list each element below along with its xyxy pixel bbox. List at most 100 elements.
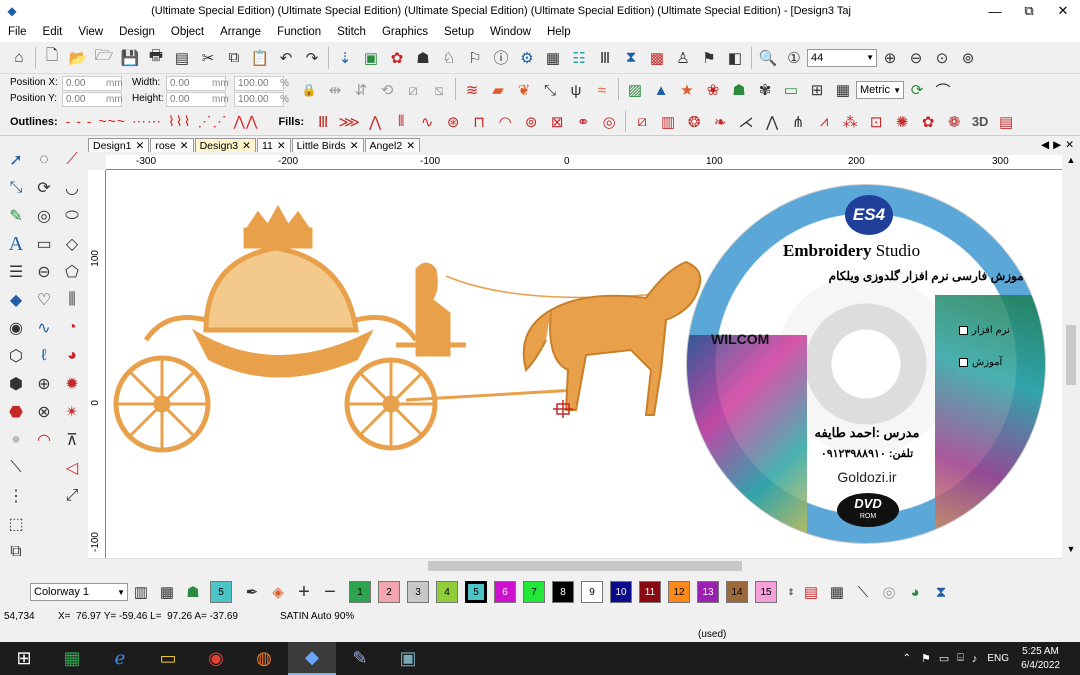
arc-icon[interactable]: ◡ [59,175,85,201]
remove-color-icon[interactable]: − [318,580,342,604]
curve-fill-icon[interactable]: ◠ [493,110,517,134]
select-arrow-icon[interactable]: ➚ [3,147,29,173]
app-icon[interactable]: ◆ [1,0,23,23]
color-list-icon[interactable]: ▥ [129,580,153,604]
team-names-icon[interactable]: ☰ [3,259,29,285]
menu-window[interactable]: Window [482,26,539,38]
color-swatch[interactable]: 1 [349,581,371,603]
dvd-disc[interactable]: ES4 Embroidery Studio آموزش فارسی نرم اف… [686,184,1046,544]
file-explorer-icon[interactable]: ▭ [144,642,192,675]
hoop-icon[interactable]: ⚐ [463,46,487,70]
square-fill-icon[interactable]: ⊓ [467,110,491,134]
width-percent-field[interactable]: 100.00 [234,76,284,91]
stitch-angle-icon[interactable]: ⤡ [538,78,562,102]
menu-object[interactable]: Object [163,26,212,38]
tray-flag-icon[interactable]: ⚑ [921,652,931,665]
save-icon[interactable]: 💾 [118,46,142,70]
color-swatch[interactable]: 12 [668,581,690,603]
fill-holes-icon[interactable]: ⊕ [31,371,57,397]
color-swatch[interactable]: 3 [407,581,429,603]
shirt-color-icon[interactable]: ☗ [181,580,205,604]
menu-setup[interactable]: Setup [436,26,482,38]
eyedropper-icon[interactable]: ✒ [240,580,264,604]
tray-display-icon[interactable]: ▭ [939,652,949,665]
chain-fill-icon[interactable]: ⚭ [571,110,595,134]
oval-icon[interactable]: ⬭ [59,203,85,229]
table-icon[interactable]: ▦ [831,78,855,102]
star-fill-icon[interactable]: ✴ [59,399,85,425]
chrome-icon[interactable]: ◉ [192,642,240,675]
cross-fill-icon[interactable]: ⊠ [545,110,569,134]
hexagon-icon[interactable]: ⬡ [3,343,29,369]
tab-scroll-left-icon[interactable]: ◀ [1041,139,1049,151]
close-icon[interactable]: ✕ [350,140,359,152]
jagged-fill-icon[interactable]: ⩘ [812,110,836,134]
close-button[interactable]: ✕ [1046,3,1080,19]
color-swatch[interactable]: 2 [378,581,400,603]
wave-fill-icon[interactable]: ∿ [415,110,439,134]
open-icon[interactable]: 📂 [66,46,90,70]
compound-icon[interactable]: ◔ [59,315,85,341]
menu-stitch[interactable]: Stitch [329,26,374,38]
puff-icon[interactable]: ▤ [994,110,1018,134]
menu-help[interactable]: Help [539,26,579,38]
feather-fill-icon[interactable]: ❧ [708,110,732,134]
info-icon[interactable]: ⓘ [489,46,513,70]
tab-rose[interactable]: rose ✕ [150,138,194,152]
new-icon[interactable]: 🗋 [40,46,64,70]
start-button[interactable]: ⊞ [0,642,48,675]
color-swatch[interactable]: 9 [581,581,603,603]
shapes-icon[interactable]: ▲ [649,78,673,102]
zoom-icon[interactable]: 🔍 [756,46,780,70]
close-icon[interactable]: ✕ [180,140,189,152]
settings-icon[interactable]: ⚙ [515,46,539,70]
color-swatch[interactable]: 5 [465,581,487,603]
photos-icon[interactable]: ▣ [384,642,432,675]
freehand-icon[interactable]: ∿ [31,315,57,341]
menu-design[interactable]: Design [111,26,163,38]
diagonal-fill-icon[interactable]: ⧄ [630,110,654,134]
flower-fill-icon[interactable]: ✿ [916,110,940,134]
tray-volume-icon[interactable]: ♪ [972,653,978,665]
circle-fill-icon[interactable]: ✹ [59,371,85,397]
checkbox-icon[interactable] [959,358,968,367]
knife-icon[interactable]: ⟋ [59,147,85,173]
loop-icon[interactable]: ℓ [31,343,57,369]
scroll-thumb[interactable] [1066,325,1076,385]
rose-icon[interactable]: ❀ [701,78,725,102]
wreath-fill-icon[interactable]: ❁ [942,110,966,134]
rotate-node-icon[interactable]: ⟳ [31,175,57,201]
zoom-in-icon[interactable]: ⊕ [878,46,902,70]
rectangle-icon[interactable]: ▭ [31,231,57,257]
maximize-button[interactable]: ⧉ [1012,3,1046,19]
paint-icon[interactable]: ✎ [3,203,29,229]
target-icon[interactable]: ◉ [3,315,29,341]
angled-fill-icon[interactable]: ⋌ [734,110,758,134]
cut-icon[interactable]: ✂ [196,46,220,70]
satin-outline-icon[interactable]: ⌇⌇⌇ [168,113,192,130]
sunburst-fill-icon[interactable]: ✺ [890,110,914,134]
close-icon[interactable]: ✕ [406,140,415,152]
grid-pattern-icon[interactable]: ⊞ [805,78,829,102]
circle-node-icon[interactable]: ◎ [31,203,57,229]
redo-icon[interactable]: ↷ [300,46,324,70]
tray-chevron-icon[interactable]: ⌃ [903,653,911,664]
text-icon[interactable]: A [3,231,29,257]
tab-11[interactable]: 11 ✕ [256,138,291,152]
menu-file[interactable]: File [0,26,35,38]
sphere-icon[interactable]: ● [3,427,29,453]
spool-icon[interactable]: ⧗ [619,46,643,70]
dotted-square-icon[interactable]: ⬚ [3,511,29,537]
ruler-icon[interactable]: ⟍ [3,455,29,481]
triple-stitch-icon[interactable]: ~~~ [98,113,126,130]
scroll-thumb[interactable] [428,561,742,571]
zoom-combo[interactable]: 44 ▼ [807,48,877,67]
zoom-out-icon[interactable]: ⊖ [904,46,928,70]
contour-fill-icon[interactable]: ⋔ [786,110,810,134]
palette-icon[interactable]: ▦ [155,580,179,604]
tab-scroll-right-icon[interactable]: ▶ [1053,139,1061,151]
zoom-fit-icon[interactable]: ⊙ [930,46,954,70]
embroidery-studio-icon[interactable]: ◆ [288,642,336,675]
fish-icon[interactable]: ≈ [590,78,614,102]
menu-edit[interactable]: Edit [35,26,71,38]
